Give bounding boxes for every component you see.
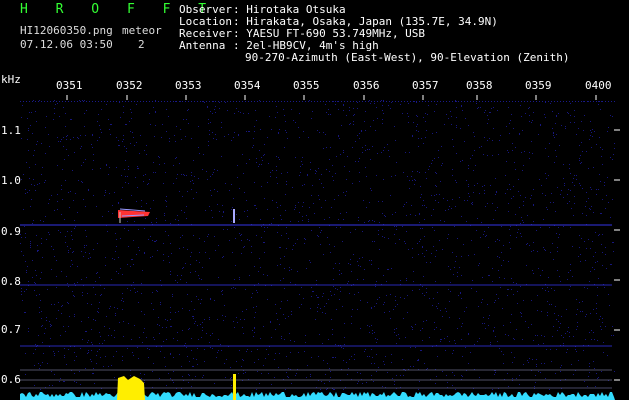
meteor-count: 2	[138, 38, 145, 51]
meteor-echo-small	[233, 209, 235, 223]
freq-tick: 0.7	[1, 323, 21, 336]
meteor-echo	[118, 210, 150, 218]
freq-unit-label: kHz	[1, 73, 21, 86]
freq-tick: 1.1	[1, 124, 21, 137]
time-tick: 0353	[175, 79, 202, 92]
freq-tick: 0.8	[1, 275, 21, 288]
time-tick: 0400	[585, 79, 612, 92]
antenna-direction: 90-270-Azimuth (East-West), 90-Elevation…	[245, 51, 570, 64]
date-time: 07.12.06 03:50	[20, 38, 113, 51]
time-tick: 0355	[293, 79, 320, 92]
signal-strength-cyan	[20, 392, 615, 400]
time-tick: 0356	[353, 79, 380, 92]
top-dotted-row	[20, 101, 615, 102]
time-tick: 0357	[412, 79, 439, 92]
freq-tick: 0.6	[1, 373, 21, 386]
time-tick: 0352	[116, 79, 143, 92]
freq-tick: 0.9	[1, 225, 21, 238]
signal-burst-small	[233, 374, 236, 400]
freq-tick: 1.0	[1, 174, 21, 187]
time-tick: 0351	[56, 79, 83, 92]
time-tick: 0354	[234, 79, 261, 92]
time-tick: 0358	[466, 79, 493, 92]
time-tick: 0359	[525, 79, 552, 92]
meteor-label: meteor	[122, 24, 162, 37]
file-name: HI12060350.png	[20, 24, 113, 37]
antenna-label: Antenna	[179, 39, 239, 52]
